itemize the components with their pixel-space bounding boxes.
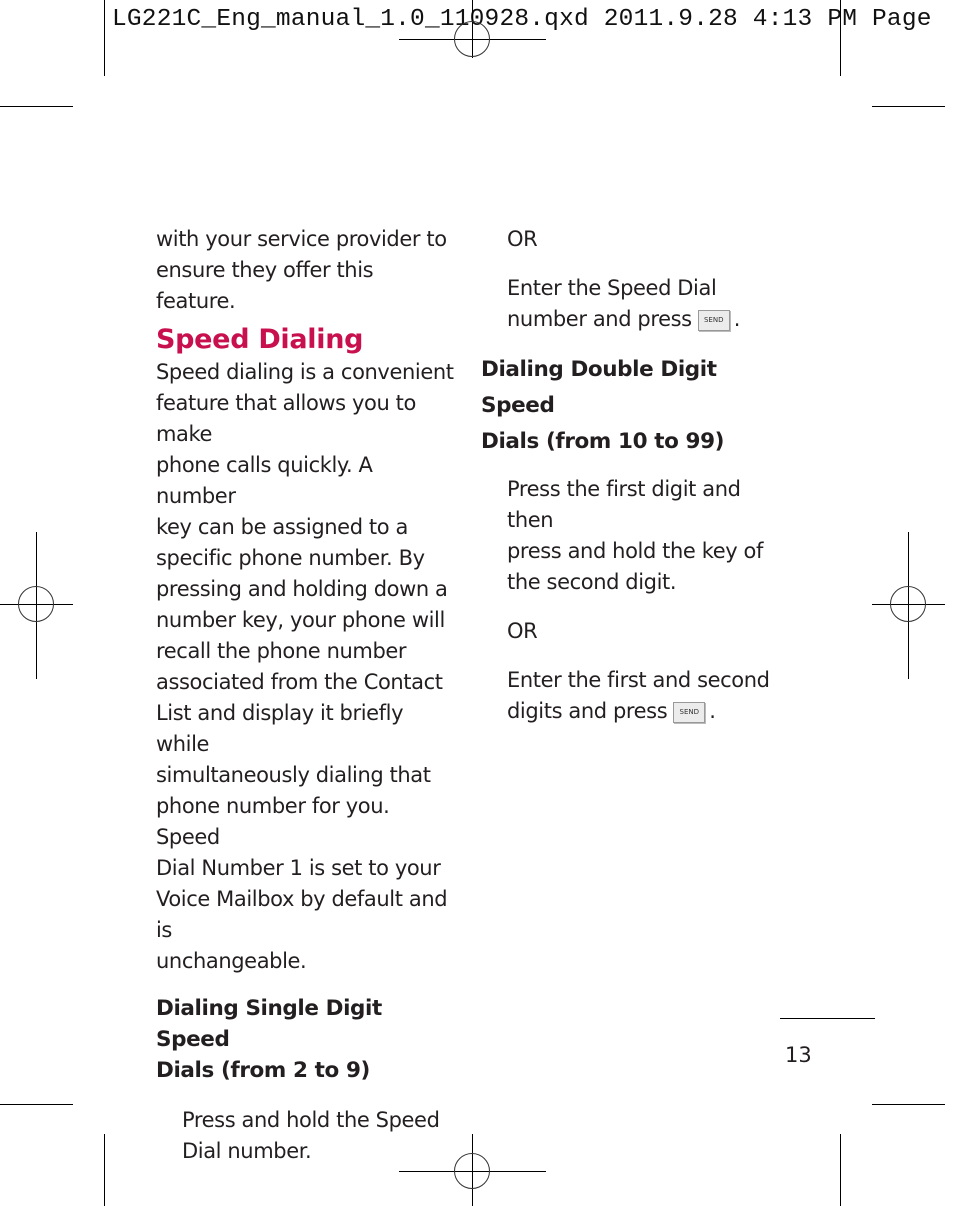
left-column: with your service provider to ensure the… (156, 224, 456, 1167)
file-slug-line: LG221C_Eng_manual_1.0_110928.qxd 2011.9.… (112, 6, 932, 33)
crop-mark (104, 1134, 105, 1206)
double-digit-subheading: Dialing Double Digit Speed Dials (from 1… (481, 357, 725, 454)
send-key-icon: SEND (673, 701, 706, 723)
crop-mark (0, 106, 73, 107)
crop-mark (840, 0, 841, 76)
double-digit-step: Press the first digit and then press and… (507, 477, 763, 594)
section-heading: Speed Dialing (156, 324, 364, 355)
intro-line: ensure they offer this feature. (156, 258, 374, 313)
alt-step-double-digit: Enter the first and second digits and pr… (507, 668, 770, 723)
single-digit-step: Press and hold the Speed Dial number. (182, 1108, 440, 1163)
page-number: 13 (785, 1043, 812, 1067)
crop-mark (872, 106, 945, 107)
crop-mark (0, 1104, 73, 1105)
right-column: OR Enter the Speed Dial number and press… (481, 224, 791, 727)
send-key-icon: SEND (697, 309, 730, 331)
or-label: OR (507, 227, 538, 251)
section-body: Speed dialing is a convenient feature th… (156, 360, 454, 973)
crop-mark (840, 1134, 841, 1206)
crop-mark (104, 0, 105, 76)
alt-step-speed-dial: Enter the Speed Dial number and press SEN… (507, 276, 741, 331)
crop-mark (872, 1104, 945, 1105)
or-label: OR (507, 619, 538, 643)
intro-line: with your service provider to (156, 227, 447, 251)
single-digit-subheading: Dialing Single Digit Speed Dials (from 2… (156, 996, 382, 1083)
page-number-rule (780, 1018, 875, 1019)
